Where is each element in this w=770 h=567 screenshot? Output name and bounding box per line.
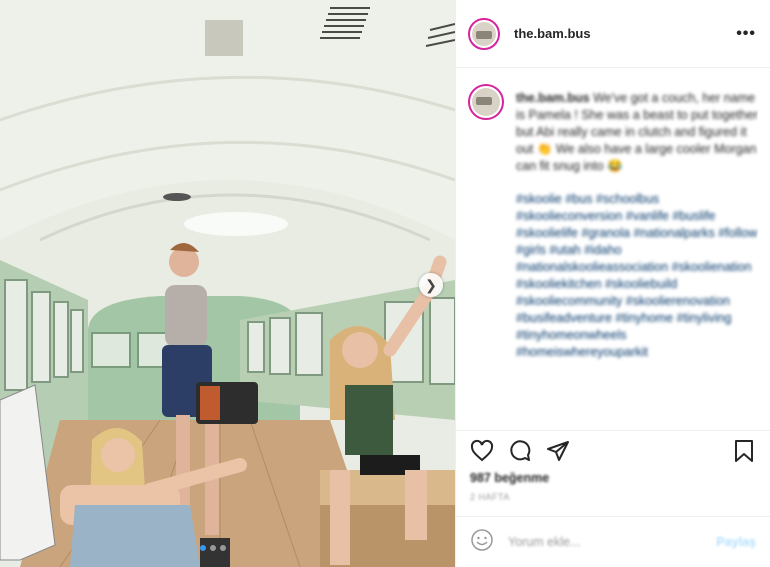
post-time[interactable]: 2 hafta — [470, 492, 510, 502]
likes-count[interactable]: 987 beğenme — [470, 471, 549, 485]
bus-interior-photo — [0, 0, 455, 567]
save-button[interactable] — [730, 437, 758, 465]
carousel-dots — [200, 545, 226, 551]
heart-icon — [470, 439, 494, 461]
carousel-dot — [220, 545, 226, 551]
caption-text: the.bam.bus We've got a couch, her name … — [516, 90, 758, 361]
share-icon — [547, 440, 569, 461]
comments-section: the.bam.bus We've got a couch, her name … — [468, 84, 758, 414]
action-bar — [456, 430, 770, 470]
caption-username[interactable]: the.bam.bus — [516, 91, 590, 105]
emoji-icon[interactable] — [470, 528, 494, 557]
avatar[interactable] — [468, 84, 504, 120]
caption-row: the.bam.bus We've got a couch, her name … — [468, 84, 758, 361]
carousel-dot — [200, 545, 206, 551]
caption-hashtags[interactable]: #skoolie #bus #schoolbus #skoolieconvers… — [516, 191, 758, 361]
like-button[interactable] — [468, 437, 496, 465]
next-photo-button[interactable]: ❯ — [419, 273, 443, 297]
post-comment-button[interactable]: Paylaş — [716, 535, 756, 549]
username-link[interactable]: the.bam.bus — [514, 26, 591, 41]
post-header: the.bam.bus ••• — [456, 0, 770, 68]
carousel-dot — [210, 545, 216, 551]
bookmark-icon — [735, 439, 753, 462]
post-details-panel: the.bam.bus ••• the.bam.bus We've got a … — [455, 0, 770, 567]
comment-input[interactable]: Yorum ekle... — [508, 535, 716, 549]
comment-icon — [510, 439, 531, 461]
more-icon[interactable]: ••• — [736, 25, 756, 43]
comment-button[interactable] — [506, 437, 534, 465]
instagram-post-modal: ❯ the.bam.bus ••• the.bam.bus We've got … — [0, 0, 770, 567]
avatar[interactable] — [468, 17, 500, 50]
share-button[interactable] — [544, 437, 572, 465]
chevron-right-icon: ❯ — [425, 276, 437, 293]
add-comment-bar: Yorum ekle... Paylaş — [456, 516, 770, 567]
post-photo[interactable]: ❯ — [0, 0, 455, 567]
